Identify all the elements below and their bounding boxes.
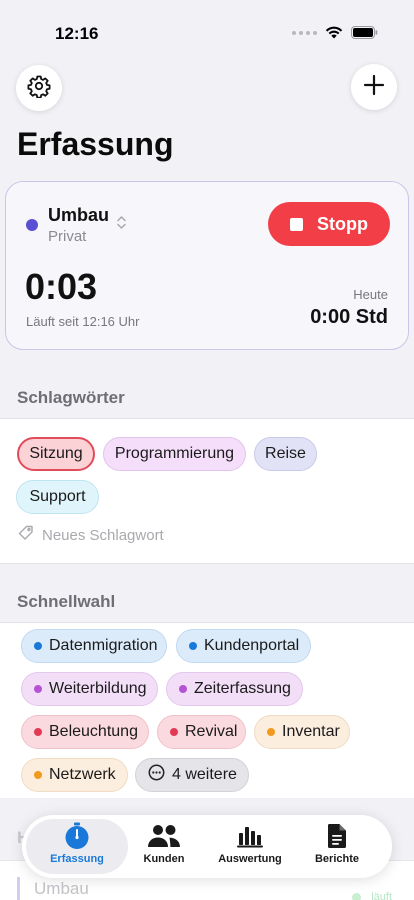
project-client: Privat	[48, 228, 87, 245]
project-color-dot	[26, 219, 38, 231]
quick-item-zeiterfassung[interactable]: Zeiterfassung	[166, 672, 303, 706]
quick-item-label: Inventar	[282, 723, 340, 740]
tag-chip-reise[interactable]: Reise	[254, 437, 317, 471]
quick-more-button[interactable]: 4 weitere	[135, 758, 249, 792]
project-color-dot	[34, 771, 42, 779]
people-icon	[147, 822, 181, 850]
quick-item-datenmigration[interactable]: Datenmigration	[21, 629, 167, 663]
bar-chart-icon	[236, 822, 264, 850]
project-color-bar	[17, 877, 20, 900]
quick-item-label: Datenmigration	[49, 637, 158, 654]
stop-icon	[290, 217, 303, 231]
gear-icon	[27, 74, 51, 103]
tag-icon	[18, 525, 34, 545]
today-label: Heute	[353, 287, 388, 302]
quick-item-label: Kundenportal	[204, 637, 300, 654]
page-title: Erfassung	[17, 126, 174, 162]
status-time: 12:16	[55, 24, 99, 43]
add-button[interactable]	[351, 64, 397, 110]
tab-bar: Erfassung Kunden Auswertung Berichte	[22, 815, 392, 878]
quick-header: Schnellwahl	[17, 592, 116, 611]
project-color-dot	[170, 728, 178, 736]
tags-header: Schlagwörter	[17, 388, 125, 407]
project-color-dot	[189, 642, 197, 650]
new-tag-input[interactable]: Neues Schlagwort	[18, 525, 164, 545]
quick-more-label: 4 weitere	[172, 766, 237, 783]
quick-item-revival[interactable]: Revival	[157, 715, 246, 749]
stop-button[interactable]: Stopp	[268, 202, 390, 246]
stop-button-label: Stopp	[317, 213, 368, 234]
running-dot	[352, 892, 362, 900]
tags-section: Sitzung Programmierung Reise Support Neu…	[0, 418, 414, 564]
signal-icon	[292, 30, 317, 35]
status-icons	[292, 26, 378, 39]
quick-item-label: Zeiterfassung	[194, 680, 291, 697]
document-icon	[327, 822, 347, 850]
stopwatch-icon	[64, 822, 90, 850]
history-entry-status: läuft	[352, 891, 392, 900]
quick-item-inventar[interactable]: Inventar	[254, 715, 350, 749]
elapsed-time: 0:03	[25, 266, 98, 307]
today-total: 0:00 Std	[310, 306, 388, 328]
tag-chip-programmierung[interactable]: Programmierung	[103, 437, 246, 471]
tab-label: Erfassung	[50, 853, 104, 865]
tab-label: Kunden	[143, 853, 185, 865]
tab-berichte[interactable]: Berichte	[292, 822, 382, 872]
history-entry-status-label: läuft	[371, 891, 392, 900]
project-color-dot	[267, 728, 275, 736]
quick-item-kundenportal[interactable]: Kundenportal	[176, 629, 311, 663]
history-entry-project: Umbau	[34, 879, 89, 898]
project-color-dot	[34, 728, 42, 736]
tag-chip-sitzung[interactable]: Sitzung	[17, 437, 95, 471]
running-timer-card: Umbau Privat Stopp 0:03 Läuft seit 12:16…	[5, 181, 409, 350]
more-icon	[148, 764, 165, 786]
settings-button[interactable]	[16, 65, 62, 111]
quick-item-netzwerk[interactable]: Netzwerk	[21, 758, 128, 792]
plus-icon	[363, 74, 385, 101]
tab-erfassung[interactable]: Erfassung	[32, 822, 122, 872]
project-color-dot	[34, 685, 42, 693]
tag-chip-support[interactable]: Support	[16, 480, 99, 514]
status-bar: 12:16	[0, 0, 414, 60]
project-color-dot	[34, 642, 42, 650]
quick-item-label: Beleuchtung	[49, 723, 138, 740]
tab-kunden[interactable]: Kunden	[119, 822, 209, 872]
quick-item-weiterbildung[interactable]: Weiterbildung	[21, 672, 158, 706]
quick-item-beleuchtung[interactable]: Beleuchtung	[21, 715, 149, 749]
wifi-icon	[325, 26, 343, 39]
battery-icon	[351, 26, 378, 39]
quick-select-section: Datenmigration Kundenportal Weiterbildun…	[0, 622, 414, 798]
chevron-up-down-icon[interactable]	[116, 215, 127, 235]
quick-item-label: Revival	[185, 723, 238, 740]
project-name[interactable]: Umbau	[48, 205, 109, 226]
quick-item-label: Netzwerk	[49, 766, 116, 783]
new-tag-placeholder: Neues Schlagwort	[42, 526, 164, 544]
project-color-dot	[179, 685, 187, 693]
running-since: Läuft seit 12:16 Uhr	[26, 314, 140, 329]
quick-item-label: Weiterbildung	[49, 680, 147, 697]
tab-label: Berichte	[314, 853, 360, 865]
tab-label: Auswertung	[218, 853, 282, 865]
tab-auswertung[interactable]: Auswertung	[205, 822, 295, 872]
